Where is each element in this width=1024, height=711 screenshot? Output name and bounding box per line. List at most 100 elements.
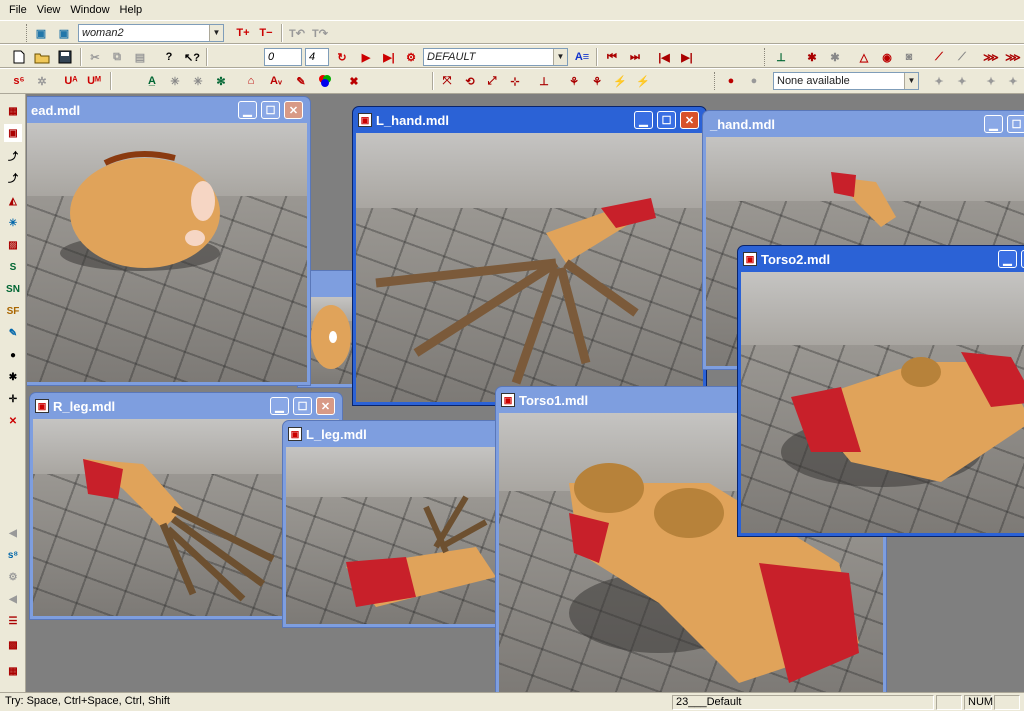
window-titlebar[interactable]: _hand.mdl ▁ ☐ bbox=[706, 111, 1024, 137]
minimize-icon[interactable]: ▁ bbox=[238, 101, 257, 119]
frame-end-input[interactable]: 4 bbox=[305, 48, 329, 66]
align-icon[interactable]: ⋙ bbox=[982, 48, 1000, 66]
cross-delete-icon[interactable]: ✕ bbox=[4, 412, 22, 430]
move-icon[interactable]: ⤧ bbox=[438, 72, 456, 90]
close-icon[interactable]: ✕ bbox=[316, 397, 335, 415]
point-icon[interactable]: ● bbox=[4, 346, 22, 364]
play-step-icon[interactable]: ▶| bbox=[380, 48, 398, 66]
rotate-icon[interactable]: ⟲ bbox=[461, 72, 479, 90]
house-icon[interactable]: ⌂ bbox=[242, 72, 260, 90]
crosshair-icon[interactable]: ✛ bbox=[4, 390, 22, 408]
window-viewport[interactable] bbox=[27, 123, 307, 382]
window-head[interactable]: ead.mdl ▁ ☐ ✕ bbox=[27, 96, 311, 386]
new-file-icon[interactable] bbox=[10, 48, 28, 66]
mesh-icon[interactable]: A̲ bbox=[143, 72, 161, 90]
selection-select[interactable]: None available ▼ bbox=[773, 72, 919, 90]
color-icon[interactable] bbox=[316, 72, 334, 90]
toolbar-grip[interactable] bbox=[26, 24, 29, 42]
texture-s-icon[interactable]: S bbox=[4, 258, 22, 276]
loop-icon[interactable]: ↻ bbox=[333, 48, 351, 66]
texture-sn-icon[interactable]: SN bbox=[4, 280, 22, 298]
skeleton-icon[interactable]: ✱ bbox=[803, 48, 821, 66]
window-titlebar[interactable]: ▣ Torso2.mdl ▁ ☐ bbox=[741, 246, 1024, 272]
minimize-icon[interactable]: ▁ bbox=[270, 397, 289, 415]
vertex-icon[interactable]: ⤴ bbox=[4, 146, 22, 164]
texture-sff-icon[interactable]: SF bbox=[4, 302, 22, 320]
chevron-down-icon[interactable]: ▼ bbox=[904, 73, 918, 89]
toolbar-grip[interactable] bbox=[764, 48, 767, 66]
pivot-icon[interactable]: ⊥ bbox=[535, 72, 553, 90]
script-icon[interactable]: s⁶ bbox=[10, 72, 28, 90]
edge-icon[interactable]: ⤴ bbox=[4, 168, 22, 186]
group-icon[interactable]: ✳ bbox=[4, 214, 22, 232]
play-icon[interactable]: ▶ bbox=[357, 48, 375, 66]
window-viewport[interactable] bbox=[741, 272, 1024, 533]
window-titlebar[interactable]: ▣ L_hand.mdl ▁ ☐ ✕ bbox=[356, 107, 703, 133]
bug-icon[interactable]: ✱ bbox=[4, 368, 22, 386]
close-icon[interactable]: ✕ bbox=[284, 101, 303, 119]
paint-tool-icon[interactable]: ✎ bbox=[4, 324, 22, 342]
save-icon[interactable] bbox=[56, 48, 74, 66]
axis-icon[interactable]: ⊹ bbox=[506, 72, 524, 90]
context-help-icon[interactable]: ↖? bbox=[183, 48, 201, 66]
window-viewport[interactable] bbox=[286, 447, 498, 624]
ik-icon[interactable]: ⚡ bbox=[611, 72, 629, 90]
remove-texture-icon[interactable]: T− bbox=[257, 24, 275, 42]
window-titlebar[interactable]: ▣ R_leg.mdl ▁ ☐ ✕ bbox=[33, 393, 339, 419]
stop-icon[interactable]: ◙ bbox=[900, 48, 918, 66]
select-icon[interactable]: ▦ bbox=[4, 102, 22, 120]
maximize-icon[interactable]: ☐ bbox=[261, 101, 280, 119]
text-tool-icon[interactable]: Aᵥ bbox=[267, 72, 285, 90]
add-texture-icon[interactable]: T+ bbox=[234, 24, 252, 42]
model-view-icon[interactable]: ▣ bbox=[55, 24, 73, 42]
uv-map-icon[interactable]: Uᴹ bbox=[85, 72, 103, 90]
chevron-down-icon[interactable]: ▼ bbox=[553, 49, 567, 65]
model-select[interactable]: woman2 ▼ bbox=[78, 24, 224, 42]
chain-icon[interactable]: ⚡ bbox=[634, 72, 652, 90]
animation-select[interactable]: DEFAULT ▼ bbox=[423, 48, 568, 66]
close-icon[interactable]: ✕ bbox=[680, 111, 699, 129]
face-icon[interactable]: ◭ bbox=[4, 192, 22, 210]
uv-icon[interactable]: Uᴬ bbox=[62, 72, 80, 90]
minimize-icon[interactable]: ▁ bbox=[998, 250, 1017, 268]
frame-start-input[interactable]: 0 bbox=[264, 48, 302, 66]
animation-edit-icon[interactable]: A≡ bbox=[573, 48, 591, 66]
window-torso2[interactable]: ▣ Torso2.mdl ▁ ☐ bbox=[737, 245, 1024, 537]
list-icon[interactable]: ☰ bbox=[4, 612, 22, 630]
open-folder-icon[interactable] bbox=[33, 48, 51, 66]
menu-view[interactable]: View bbox=[32, 1, 66, 19]
color-grid-icon[interactable]: ▦ bbox=[4, 662, 22, 680]
window-l-leg[interactable]: ▣ L_leg.mdl bbox=[282, 420, 502, 628]
material-icon[interactable]: ▨ bbox=[4, 236, 22, 254]
grid-icon[interactable]: ▩ bbox=[4, 636, 22, 654]
model-icon[interactable]: ▣ bbox=[32, 24, 50, 42]
menu-help[interactable]: Help bbox=[115, 1, 148, 19]
scale-icon[interactable]: ⤢ bbox=[483, 72, 501, 90]
menu-window[interactable]: Window bbox=[65, 1, 114, 19]
record-icon[interactable]: ◉ bbox=[878, 48, 896, 66]
animation-settings-icon[interactable]: ⚙ bbox=[402, 48, 420, 66]
maximize-icon[interactable]: ☐ bbox=[657, 111, 676, 129]
window-titlebar[interactable]: ead.mdl ▁ ☐ ✕ bbox=[27, 97, 307, 123]
minimize-icon[interactable]: ▁ bbox=[634, 111, 653, 129]
pin-icon[interactable]: ⟋ bbox=[930, 48, 948, 66]
maximize-icon[interactable]: ☐ bbox=[293, 397, 312, 415]
joint-alt-icon[interactable]: ⚘ bbox=[588, 72, 606, 90]
select-active-icon[interactable]: ▣ bbox=[4, 124, 22, 142]
window-l-hand[interactable]: ▣ L_hand.mdl ▁ ☐ ✕ bbox=[352, 106, 707, 406]
toolbar-grip[interactable] bbox=[714, 72, 717, 90]
minimize-icon[interactable]: ▁ bbox=[984, 115, 1003, 133]
help-icon[interactable]: ? bbox=[160, 48, 178, 66]
rewind-icon[interactable]: ⏮ bbox=[603, 48, 621, 66]
emitter-icon[interactable]: ✼ bbox=[212, 72, 230, 90]
script-s-icon[interactable]: s⁸ bbox=[4, 546, 22, 564]
skip-end-icon[interactable]: ▶| bbox=[678, 48, 696, 66]
chevron-down-icon[interactable]: ▼ bbox=[209, 25, 223, 41]
paint-icon[interactable]: ✎ bbox=[292, 72, 310, 90]
align-alt-icon[interactable]: ⋙ bbox=[1004, 48, 1022, 66]
window-viewport[interactable] bbox=[356, 133, 703, 402]
delete-icon[interactable]: ✖ bbox=[345, 72, 363, 90]
graph-icon[interactable]: △ bbox=[855, 48, 873, 66]
fast-forward-icon[interactable]: ⏭ bbox=[626, 48, 644, 66]
menu-file[interactable]: File bbox=[4, 1, 32, 19]
